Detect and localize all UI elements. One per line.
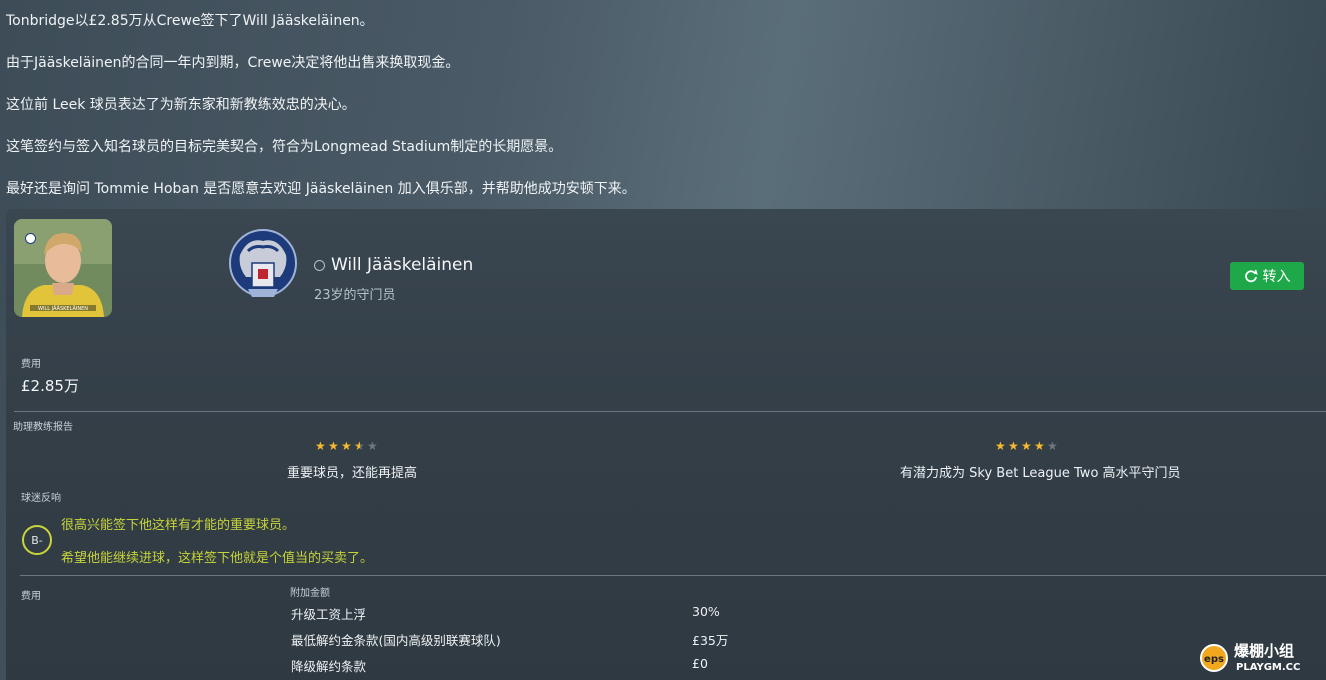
potential-ability-stars: ★ ★ ★ ★ ★ [995, 440, 1059, 452]
transfer-in-label: 转入 [1262, 269, 1291, 285]
watermark-site: PLAYGM.CC [1236, 662, 1300, 673]
current-ability-stars: ★ ★ ★ ★ ★ [315, 440, 379, 452]
fan-reaction-line-2: 希望他能继续进球，这样签下他就是个值当的买卖了。 [61, 551, 374, 566]
shirt-name: WILL JÄÄSKELÄINEN [38, 305, 88, 312]
star-full-icon: ★ [315, 439, 326, 453]
player-subtitle: 23岁的守门员 [314, 288, 396, 303]
potential-ability-text: 有潜力成为 Sky Bet League Two 高水平守门员 [900, 466, 1181, 481]
refresh-icon [1244, 269, 1258, 283]
site-watermark: eps 爆棚小组 PLAYGM.CC [1192, 636, 1322, 676]
star-empty-icon: ★ [367, 439, 378, 453]
news-line-1: Tonbridge以£2.85万从Crewe签下了Will Jääskeläin… [6, 13, 374, 29]
addon-row-value: £0 [692, 656, 708, 671]
assistant-report-title: 助理教练报告 [13, 422, 73, 433]
watermark-title: 爆棚小组 [1234, 642, 1294, 660]
news-line-5: 最好还是询问 Tommie Hoban 是否愿意去欢迎 Jääskeläinen… [6, 181, 636, 197]
fee-details-label: 费用 [21, 591, 41, 602]
star-half-icon: ★ [354, 439, 365, 453]
star-full-icon: ★ [341, 439, 352, 453]
star-full-icon: ★ [1021, 439, 1032, 453]
player-avatar[interactable]: WILL JÄÄSKELÄINEN [14, 219, 112, 317]
status-icon [314, 260, 325, 271]
current-ability-text: 重要球员，还能再提高 [287, 466, 418, 481]
player-header: Will Jääskeläinen [314, 255, 473, 275]
addon-row-label: 最低解约金条款(国内高级别联赛球队) [291, 633, 501, 648]
addon-row-label: 降级解约条款 [291, 659, 367, 674]
addon-row-value: 30% [692, 604, 720, 619]
divider [20, 575, 1326, 576]
addon-row-value: £35万 [692, 633, 729, 648]
star-full-icon: ★ [1034, 439, 1045, 453]
star-full-icon: ★ [328, 439, 339, 453]
news-line-3: 这位前 Leek 球员表达了为新东家和新教练效忠的决心。 [6, 97, 356, 113]
fan-grade-badge: B- [22, 525, 52, 555]
watermark-badge: eps [1204, 654, 1224, 665]
club-crest-icon[interactable] [228, 227, 298, 305]
nationality-flag-icon [25, 233, 36, 244]
star-full-icon: ★ [995, 439, 1006, 453]
star-full-icon: ★ [1008, 439, 1019, 453]
fan-reaction-line-1: 很高兴能签下他这样有才能的重要球员。 [61, 518, 296, 533]
transfer-in-button[interactable]: 转入 [1230, 262, 1304, 290]
player-name[interactable]: Will Jääskeläinen [331, 255, 473, 275]
addon-title: 附加金额 [290, 588, 330, 599]
news-line-4: 这笔签约与签入知名球员的目标完美契合，符合为Longmead Stadium制定… [6, 139, 563, 155]
addon-row-label: 升级工资上浮 [291, 607, 367, 622]
fee-label: 费用 [21, 359, 41, 370]
fan-reaction-title: 球迷反响 [21, 493, 61, 504]
transfer-panel: WILL JÄÄSKELÄINEN Will Jääskeläinen 23岁的… [6, 209, 1326, 680]
news-line-2: 由于Jääskeläinen的合同一年内到期，Crewe决定将他出售来换取现金。 [6, 55, 460, 71]
divider [14, 411, 1326, 412]
fee-value: £2.85万 [21, 377, 79, 395]
star-empty-icon: ★ [1047, 439, 1058, 453]
